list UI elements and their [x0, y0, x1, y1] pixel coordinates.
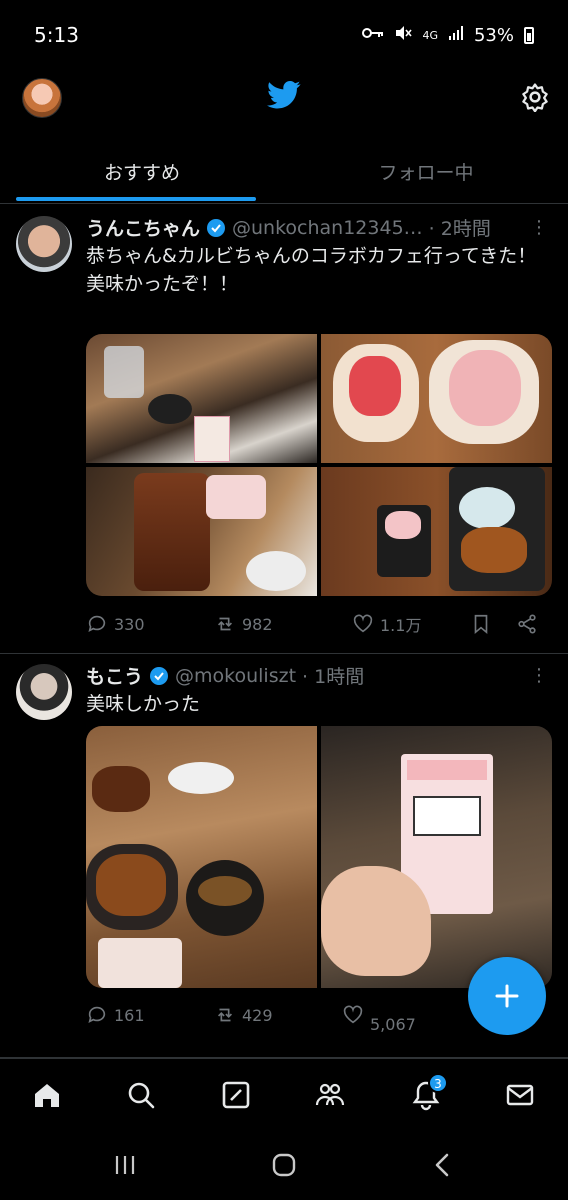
more-options-icon[interactable]: ⋮	[530, 217, 548, 238]
recent-apps-icon[interactable]	[110, 1150, 140, 1180]
bookmark-button[interactable]	[470, 613, 516, 635]
retweet-icon	[217, 617, 233, 631]
tweet-photo[interactable]	[321, 726, 552, 988]
mail-icon[interactable]	[504, 1079, 536, 1111]
tweet-photo[interactable]	[321, 467, 552, 596]
key-icon	[362, 26, 384, 44]
communities-icon[interactable]	[314, 1079, 346, 1111]
verified-badge-icon	[207, 218, 226, 237]
heart-icon	[353, 614, 373, 633]
tab-recommended[interactable]: おすすめ	[0, 140, 284, 203]
like-count: 1.1万	[380, 616, 422, 635]
verified-badge-icon	[150, 666, 169, 685]
tweet-time[interactable]: · 2時間	[429, 214, 491, 241]
active-tab-indicator	[16, 197, 256, 201]
notifications-tab[interactable]: 3	[410, 1073, 448, 1111]
tweet-photo[interactable]	[86, 726, 317, 988]
tweet-photo[interactable]	[86, 334, 317, 463]
share-button[interactable]	[516, 613, 538, 635]
heart-icon	[343, 1005, 363, 1024]
reply-count: 330	[114, 614, 145, 634]
tweet-author-avatar[interactable]	[16, 664, 72, 720]
status-time: 5:13	[34, 23, 79, 47]
tab-following-label: フォロー中	[378, 162, 474, 184]
tweet[interactable]: うんこちゃん @unkochan12345… · 2時間 ⋮ 恭ちゃん&カルビち…	[0, 204, 568, 654]
like-count: 5,067	[370, 1015, 416, 1034]
compose-tweet-button[interactable]	[468, 957, 546, 1035]
tweet-actions: 330 982 1.1万	[86, 609, 552, 639]
like-button[interactable]: 1.1万	[352, 612, 470, 636]
share-icon	[518, 614, 536, 634]
more-options-icon[interactable]: ⋮	[530, 665, 548, 686]
plus-icon	[495, 984, 519, 1008]
status-bar: 5:13 4G 53%	[0, 0, 568, 70]
notification-badge: 3	[428, 1073, 448, 1093]
profile-avatar[interactable]	[22, 78, 62, 118]
gear-icon[interactable]	[520, 82, 550, 112]
system-navigation-bar	[0, 1132, 568, 1200]
tweet-photo[interactable]	[86, 467, 317, 596]
search-icon[interactable]	[125, 1079, 157, 1111]
battery-icon	[524, 26, 534, 44]
retweet-button[interactable]: 982	[214, 613, 352, 635]
tweet-author-avatar[interactable]	[16, 216, 72, 272]
retweet-button[interactable]: 429	[214, 1004, 342, 1026]
home-button-icon[interactable]	[269, 1150, 299, 1180]
reply-icon	[88, 615, 106, 632]
tweet-header: もこう @mokouliszt · 1時間 ⋮	[86, 662, 548, 689]
tab-recommended-label: おすすめ	[103, 162, 180, 184]
bookmark-icon	[474, 614, 488, 635]
tweet-photo[interactable]	[321, 334, 552, 463]
status-icons: 4G 53%	[362, 24, 534, 46]
retweet-count: 429	[242, 1005, 273, 1025]
home-icon[interactable]	[31, 1079, 63, 1111]
top-app-bar	[0, 70, 568, 128]
like-button[interactable]: 5,067	[342, 1004, 460, 1034]
grok-icon[interactable]	[220, 1079, 252, 1111]
tweet-text: 美味しかった	[86, 693, 201, 715]
author-name[interactable]: うんこちゃん	[86, 214, 200, 241]
reply-button[interactable]: 161	[86, 1004, 214, 1026]
reply-icon	[88, 1006, 106, 1023]
tab-following[interactable]: フォロー中	[284, 140, 568, 203]
battery-percent: 53%	[473, 24, 514, 46]
retweet-icon	[217, 1008, 233, 1022]
author-handle[interactable]: @mokouliszt	[175, 665, 296, 687]
signal-icon	[448, 25, 464, 45]
timeline-tabs: おすすめ フォロー中	[0, 140, 568, 204]
twitter-bird-icon[interactable]	[267, 80, 301, 110]
tweet-media-grid	[86, 334, 552, 596]
author-name[interactable]: もこう	[86, 662, 143, 689]
tweet-time[interactable]: · 1時間	[302, 662, 364, 689]
bottom-navigation: 3	[0, 1058, 568, 1132]
tweet-header: うんこちゃん @unkochan12345… · 2時間 ⋮	[86, 214, 548, 241]
network-4g-icon: 4G	[422, 28, 438, 42]
author-handle[interactable]: @unkochan12345…	[232, 217, 423, 239]
retweet-count: 982	[242, 614, 273, 634]
back-icon[interactable]	[428, 1150, 458, 1180]
tweet-text: 恭ちゃん&カルビちゃんのコラボカフェ行ってきた！ 美味かったぞ！！	[86, 245, 537, 295]
reply-count: 161	[114, 1005, 145, 1025]
mute-icon	[394, 24, 413, 46]
tweet-media-grid	[86, 726, 552, 988]
reply-button[interactable]: 330	[86, 613, 214, 635]
